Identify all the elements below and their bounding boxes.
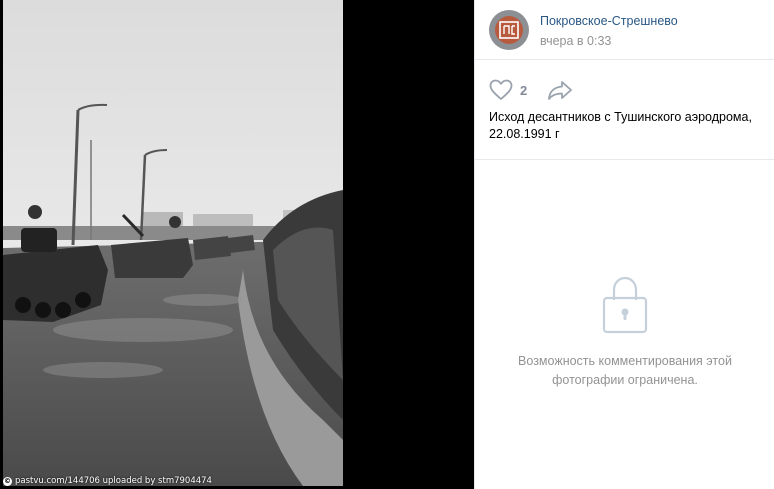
post-header: Покровское-Стрешнево вчера в 0:33 — [475, 0, 774, 60]
post-time[interactable]: вчера в 0:33 — [540, 33, 678, 49]
community-logo-icon — [495, 16, 523, 44]
photo-caption: Исход десантников с Тушинского аэродрома… — [475, 101, 774, 151]
lock-icon — [601, 274, 649, 336]
caption-line-1: Исход десантников с Тушинского аэродрома… — [489, 110, 752, 124]
photo-viewer: © pastvu.com/144706 uploaded by stm79044… — [0, 0, 474, 489]
restricted-line-1: Возможность комментирования этой — [518, 354, 732, 368]
comments-restricted: Возможность комментирования этой фотогра… — [475, 274, 774, 390]
pastvu-logo-icon: © — [3, 476, 12, 486]
share-icon — [548, 81, 573, 100]
like-button[interactable]: 2 — [489, 79, 527, 101]
like-count: 2 — [520, 82, 528, 98]
avatar[interactable] — [489, 10, 529, 50]
owner-link[interactable]: Покровское-Стрешнево — [540, 13, 678, 29]
watermark-text: pastvu.com/144706 uploaded by stm7904474 — [15, 476, 212, 486]
divider — [475, 159, 774, 160]
caption-line-2: 22.08.1991 г — [489, 127, 560, 141]
info-panel: Покровское-Стрешнево вчера в 0:33 2 Исхо… — [474, 0, 774, 489]
photo-image — [3, 0, 343, 486]
photo[interactable] — [3, 0, 343, 486]
heart-icon — [489, 79, 513, 100]
photo-watermark: © pastvu.com/144706 uploaded by stm79044… — [3, 476, 212, 486]
restricted-line-2: фотографии ограничена. — [552, 373, 698, 387]
post-actions: 2 — [475, 60, 774, 101]
share-button[interactable] — [547, 80, 573, 100]
